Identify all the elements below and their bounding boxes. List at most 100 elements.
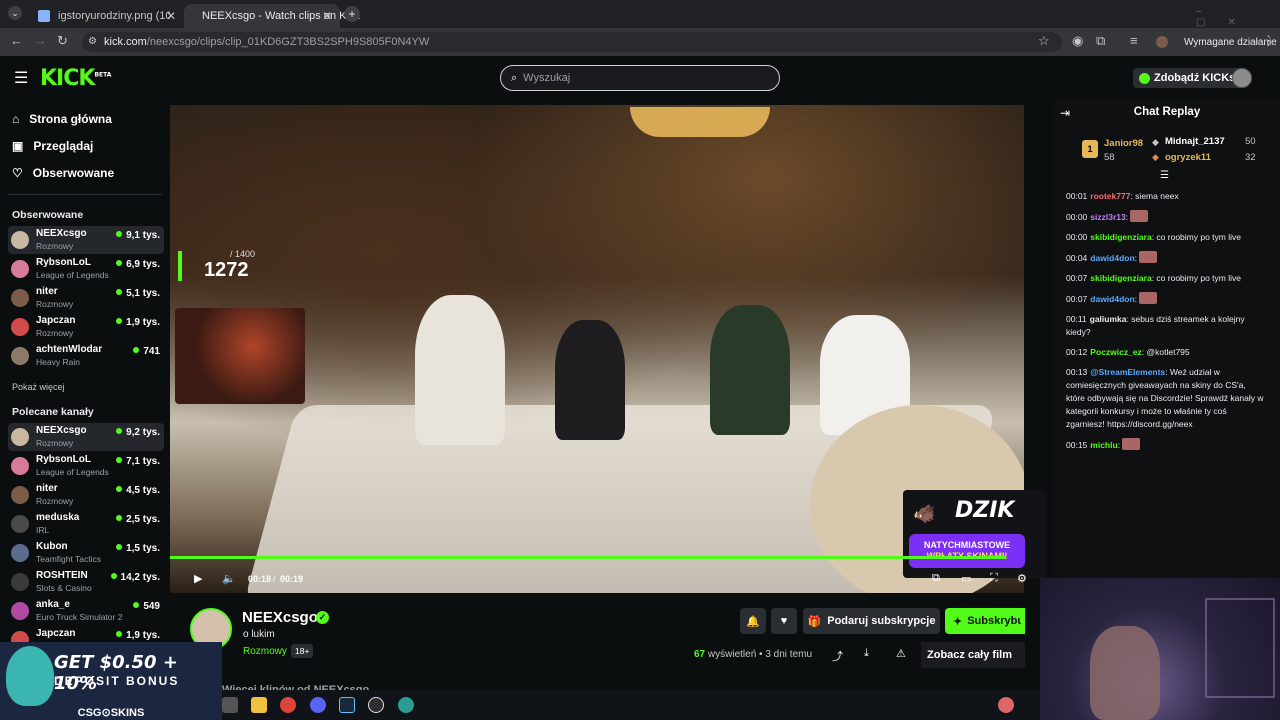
theater-icon[interactable]: ▭	[961, 572, 971, 585]
channel-category: Slots & Casino	[36, 583, 92, 593]
emote-icon	[1130, 210, 1149, 222]
fullscreen-icon[interactable]: ⛶	[990, 572, 998, 585]
video-scene	[630, 107, 770, 137]
progress-bar[interactable]	[170, 556, 1006, 559]
follow-button[interactable]: ♥	[771, 608, 797, 634]
channel-avatar	[11, 347, 29, 365]
gift-subs-button[interactable]: 🎁 Podaruj subskrypcje	[803, 608, 940, 634]
channel-item[interactable]: meduska IRL 2,5 tys.	[8, 510, 164, 538]
chat-username[interactable]: dawid4don	[1090, 294, 1134, 304]
channel-category: Rozmowy	[36, 496, 74, 506]
followed-heading: Obserwowane	[12, 209, 84, 221]
chrome-icon[interactable]	[280, 697, 296, 713]
sidebar-nav-following[interactable]: ♡ Obserwowane	[12, 166, 114, 180]
tab-image[interactable]: igstoryurodziny.png (1080×192... ✕	[28, 4, 184, 28]
channel-name: meduska	[36, 512, 80, 523]
channel-item[interactable]: RybsonLoL League of Legends 6,9 tys.	[8, 255, 164, 283]
report-icon[interactable]: ⚠	[896, 647, 906, 660]
channel-category: Rozmowy	[36, 241, 74, 251]
kick-logo[interactable]: KICKBETA	[40, 66, 111, 91]
channel-name: niter	[36, 483, 58, 494]
chat-message: 00:07 dawid4don:	[1066, 292, 1266, 306]
steam-icon[interactable]	[339, 697, 355, 713]
channel-item[interactable]: RybsonLoL League of Legends 7,1 tys.	[8, 452, 164, 480]
menu-kebab-icon[interactable]: ⋮	[1262, 33, 1275, 49]
chat-message: 00:15 michlu:	[1066, 438, 1266, 452]
show-more-link[interactable]: Pokaż więcej	[12, 382, 65, 392]
chat-username[interactable]: sizzl3r13	[1090, 212, 1125, 222]
settings-icon[interactable]: ⚙	[1017, 572, 1027, 585]
back-icon[interactable]: ←	[10, 33, 23, 48]
pinned-toggle-icon[interactable]: ☰	[1160, 170, 1169, 181]
share-icon[interactable]: ⤴	[832, 648, 843, 664]
os-taskbar	[222, 690, 1040, 720]
folder-icon[interactable]	[251, 697, 267, 713]
sidebar-nav-browse[interactable]: ▣ Przeglądaj	[12, 139, 93, 153]
user-avatar[interactable]	[1232, 68, 1252, 88]
channel-item[interactable]: NEEXcsgo Rozmowy 9,1 tys.	[8, 226, 164, 254]
chat-username[interactable]: skibidigenziara	[1090, 273, 1151, 283]
channel-item[interactable]: Kubon Teamfight Tactics 1,5 tys.	[8, 539, 164, 567]
streamer-cam-overlay	[175, 308, 305, 404]
reload-icon[interactable]: ↻	[57, 33, 68, 49]
chat-title: Chat Replay	[1133, 106, 1201, 118]
channel-item[interactable]: niter Rozmowy 4,5 tys.	[8, 481, 164, 509]
obs-icon[interactable]	[368, 697, 384, 713]
search-input[interactable]: ⌕ Wyszukaj	[500, 65, 780, 91]
bookmark-star-icon[interactable]: ☆	[1038, 33, 1050, 49]
video-scene	[555, 320, 625, 440]
channel-item[interactable]: anka_e Euro Truck Simulator 2 549	[8, 597, 164, 625]
download-icon[interactable]: ⤓	[864, 647, 869, 660]
chat-username[interactable]: dawid4don	[1090, 253, 1134, 263]
chat-message: 00:00 sizzl3r13:	[1066, 210, 1266, 224]
channel-item[interactable]: ROSHTEIN Slots & Casino 14,2 tys.	[8, 568, 164, 596]
leaderboard-name[interactable]: Midnajt_2137	[1165, 136, 1225, 147]
volume-icon[interactable]: 🔈	[222, 572, 236, 585]
address-bar[interactable]: kick.com/neexcsgo/clips/clip_01KD6GZT3BS…	[82, 32, 1062, 52]
forward-icon[interactable]: →	[34, 33, 47, 48]
media-icon[interactable]: ≡	[1130, 33, 1138, 48]
profile-avatar[interactable]	[1156, 36, 1168, 48]
leaderboard-name[interactable]: ogryzek11	[1165, 152, 1211, 163]
views-number: 67	[694, 649, 706, 660]
chat-username[interactable]: @StreamElements	[1090, 367, 1165, 377]
puzzle-icon[interactable]: ⧉	[1096, 33, 1105, 49]
clip-category[interactable]: Rozmowy	[243, 646, 287, 657]
get-kicks-button[interactable]: Zdobądź KICKs	[1133, 68, 1244, 88]
hamburger-menu-icon[interactable]: ☰	[14, 68, 28, 88]
channel-name[interactable]: NEEXcsgo	[242, 609, 318, 626]
new-tab-icon[interactable]: +	[344, 6, 360, 22]
chat-username[interactable]: Poczwicz_ez	[1090, 347, 1142, 357]
tab-search-icon[interactable]: ⌄	[8, 6, 22, 20]
sponsor-ad[interactable]: GET $0.50 + 10% DEPOSIT BONUS CSG⊙SKINS	[0, 642, 222, 720]
subscribe-button[interactable]: ✦ Subskrybuj	[945, 608, 1025, 634]
viewer-count: 549	[133, 601, 160, 612]
sidebar-nav-home[interactable]: ⌂ Strona główna	[12, 112, 112, 126]
close-tab-icon[interactable]: ✕	[166, 9, 176, 23]
channel-item[interactable]: NEEXcsgo Rozmowy 9,2 tys.	[8, 423, 164, 451]
discord-icon[interactable]	[310, 697, 326, 713]
search-icon: ⌕	[511, 71, 518, 84]
close-tab-icon[interactable]: ✕	[322, 9, 332, 23]
extension-icon[interactable]: ◉	[1072, 33, 1083, 49]
tab-kick[interactable]: NEEXcsgo - Watch clips on Kick ✕	[184, 4, 360, 28]
globe-icon[interactable]	[398, 697, 414, 713]
channel-item[interactable]: niter Rozmowy 5,1 tys.	[8, 284, 164, 312]
pip-icon[interactable]: ⧉	[932, 572, 940, 585]
chat-username[interactable]: michlu	[1090, 440, 1117, 450]
chat-message: 00:00 skibidigenziara: co roobimy po tym …	[1066, 231, 1266, 244]
video-scene	[710, 305, 790, 435]
notification-button[interactable]: 🔔	[740, 608, 766, 634]
watch-full-film-button[interactable]: Zobacz cały film	[921, 642, 1025, 668]
tray-app-icon[interactable]	[998, 697, 1014, 713]
chat-username[interactable]: galiumka	[1090, 314, 1127, 324]
channel-name: Kubon	[36, 541, 68, 552]
play-icon[interactable]: ▶	[194, 572, 202, 585]
site-info-icon[interactable]: ⚙	[88, 36, 97, 47]
chat-username[interactable]: rootek777	[1090, 191, 1130, 201]
leaderboard-name[interactable]: Janior98	[1104, 138, 1143, 149]
channel-item[interactable]: Japczan Rozmowy 1,9 tys.	[8, 313, 164, 341]
taskview-icon[interactable]	[222, 697, 238, 713]
channel-item[interactable]: achtenWlodar Heavy Rain 741	[8, 342, 164, 370]
chat-username[interactable]: skibidigenziara	[1090, 232, 1151, 242]
